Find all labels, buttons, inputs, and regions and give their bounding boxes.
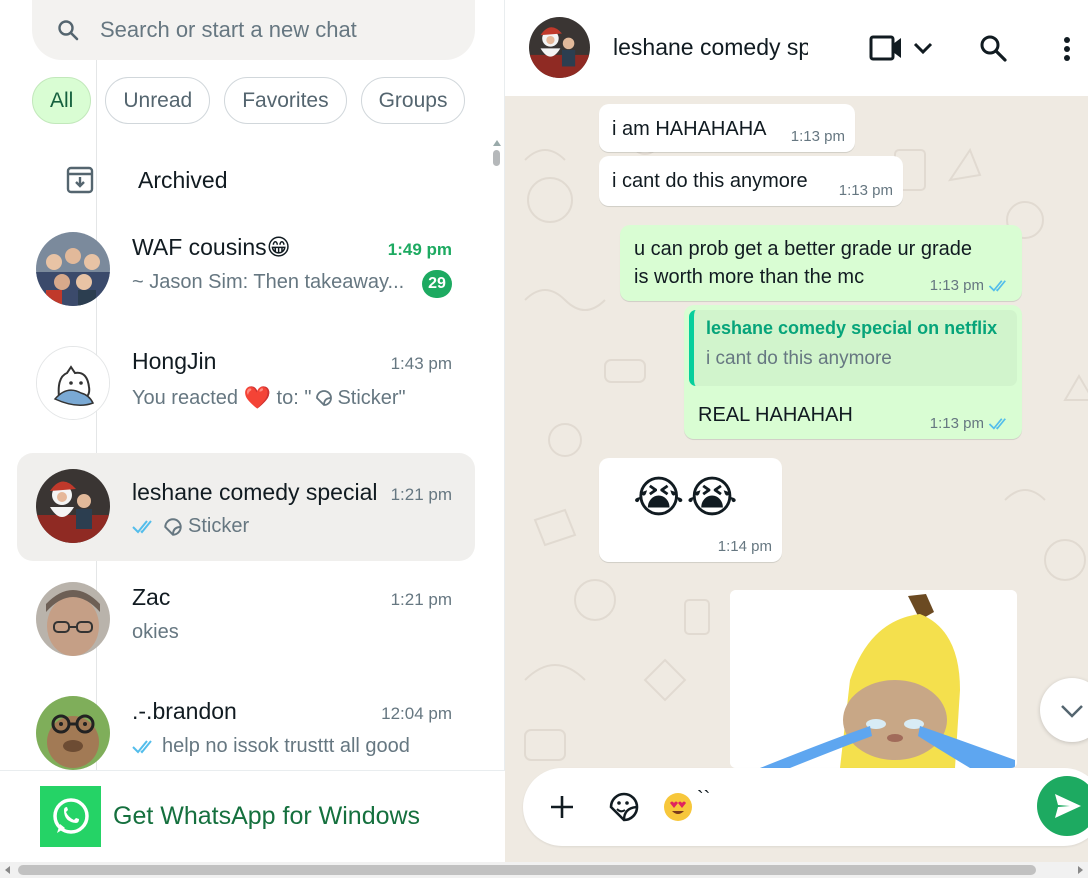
chat-time: 1:49 pm <box>387 240 452 259</box>
scroll-right-icon[interactable] <box>1078 866 1083 874</box>
double-check-icon <box>132 739 152 753</box>
avatar <box>36 232 110 306</box>
message-outgoing[interactable]: u can prob get a better grade ur grade i… <box>620 225 1022 301</box>
chat-item-leshane-comedy-special[interactable]: leshane comedy special 1:21 pm Sticker <box>17 453 475 561</box>
message-incoming[interactable]: i cant do this anymore 1:13 pm <box>599 156 903 206</box>
chat-preview: ~ Jason Sim: Then takeaway... <box>132 271 405 293</box>
filter-unread[interactable]: Unread <box>105 77 211 124</box>
preview-tail: Sticker" <box>337 386 406 409</box>
plus-icon <box>551 796 573 818</box>
filter-groups[interactable]: Groups <box>360 77 466 124</box>
contact-avatar[interactable] <box>529 17 590 78</box>
chat-list-panel: All Unread Favorites Groups Archived WAF… <box>0 0 505 862</box>
chat-preview: You reacted ❤️ to: " Sticker" <box>132 385 406 411</box>
message-time: 1:13 pm <box>838 182 893 199</box>
crying-emoji: 😭😭 <box>633 473 740 522</box>
chat-name: WAF cousins😁 <box>132 234 291 260</box>
conversation-panel: leshane comedy sp i am HAHAHAHA 1:13 pm … <box>505 0 1088 862</box>
avatar <box>36 346 110 420</box>
filter-favorites[interactable]: Favorites <box>224 77 347 124</box>
double-check-icon <box>988 417 1006 430</box>
message-outgoing-reply[interactable]: leshane comedy special on netflix i cant… <box>684 305 1022 439</box>
sticker-button[interactable] <box>607 790 641 829</box>
quoted-message[interactable]: leshane comedy special on netflix i cant… <box>689 310 1017 386</box>
search-bar[interactable] <box>32 0 475 60</box>
chat-item-brandon[interactable]: .-.brandon 12:04 pm help no issok trustt… <box>17 676 475 784</box>
scroll-left-icon[interactable] <box>5 866 10 874</box>
chat-item-zac[interactable]: Zac 1:21 pm okies <box>17 562 475 670</box>
video-camera-icon <box>869 35 933 61</box>
chat-item-waf-cousins[interactable]: WAF cousins😁 1:49 pm ~ Jason Sim: Then t… <box>17 212 475 320</box>
double-check-icon <box>988 279 1006 292</box>
chat-name: Zac <box>132 584 171 610</box>
get-app-label: Get WhatsApp for Windows <box>113 802 421 830</box>
banana-cat-sticker[interactable] <box>730 590 1017 768</box>
message-time: 1:13 pm <box>930 415 1012 432</box>
message-time: 1:13 pm <box>790 128 845 145</box>
attach-button[interactable] <box>549 794 575 825</box>
chevron-down-icon <box>1061 705 1083 718</box>
chat-time: 12:04 pm <box>381 704 452 723</box>
chat-preview: Sticker <box>132 515 249 538</box>
send-icon <box>1055 794 1081 818</box>
archive-icon <box>66 166 94 194</box>
avatar <box>36 469 110 543</box>
chat-preview: help no issok trusttt all good <box>132 735 410 758</box>
heart-eyes-emoji-icon <box>663 792 693 827</box>
filter-chips: All Unread Favorites Groups <box>32 77 466 124</box>
scrollbar-thumb[interactable] <box>18 865 1036 875</box>
scroll-down-button[interactable] <box>1040 678 1088 742</box>
message-text-line2: is worth more than the mc <box>634 266 865 288</box>
preview-suffix: to: " <box>270 386 312 409</box>
message-text: i cant do this anymore <box>612 170 808 192</box>
filter-all[interactable]: All <box>32 77 92 124</box>
quoted-sender: leshane comedy special on netflix <box>706 318 998 338</box>
archived-label: Archived <box>138 166 228 193</box>
chat-time: 1:21 pm <box>390 590 452 609</box>
message-text: i am HAHAHAHA <box>612 118 767 140</box>
message-text-line1: u can prob get a better grade ur grade <box>634 238 973 260</box>
conversation-title: leshane comedy sp <box>613 34 808 60</box>
preview-text: help no issok trusttt all good <box>162 735 410 757</box>
more-vertical-icon <box>1064 37 1070 61</box>
quoted-text: i cant do this anymore <box>706 348 892 369</box>
heart-emoji: ❤️ <box>243 385 271 410</box>
chat-time: 1:21 pm <box>390 485 452 504</box>
message-time: 1:14 pm <box>717 538 772 555</box>
menu-button[interactable] <box>1063 36 1071 67</box>
archived-row[interactable]: Archived <box>0 150 490 210</box>
draft-text[interactable]: `` <box>697 788 710 811</box>
unread-badge: 29 <box>422 270 452 298</box>
message-incoming[interactable]: i am HAHAHAHA 1:13 pm <box>599 104 855 152</box>
whatsapp-logo-icon <box>40 786 101 847</box>
chat-name: .-.brandon <box>132 698 237 724</box>
preview-prefix: You reacted <box>132 386 244 409</box>
chat-name: HongJin <box>132 348 217 374</box>
avatar <box>36 582 110 656</box>
conversation-header[interactable]: leshane comedy sp <box>505 0 1088 96</box>
send-button[interactable] <box>1037 776 1088 836</box>
chat-time: 1:43 pm <box>390 354 452 373</box>
list-scrollbar[interactable] <box>493 140 501 172</box>
chat-name: leshane comedy special <box>132 479 378 505</box>
avatar <box>36 696 110 770</box>
preview-text: Sticker <box>188 515 250 537</box>
chat-item-hongjin[interactable]: HongJin 1:43 pm You reacted ❤️ to: " Sti… <box>17 326 475 434</box>
search-icon <box>980 35 1007 62</box>
message-time: 1:13 pm <box>930 277 1012 294</box>
search-icon <box>58 20 79 41</box>
video-call-button[interactable] <box>869 34 935 67</box>
sticker-smile-icon <box>609 792 639 822</box>
search-messages-button[interactable] <box>979 34 1007 67</box>
message-composer[interactable]: `` <box>523 768 1088 846</box>
double-check-icon <box>132 519 152 533</box>
message-text: REAL HAHAHAH <box>698 404 853 426</box>
chat-preview: okies <box>132 621 179 643</box>
search-input[interactable] <box>100 17 440 43</box>
get-whatsapp-banner[interactable]: Get WhatsApp for Windows <box>0 770 505 862</box>
sticker-icon <box>164 517 182 536</box>
sticker-icon <box>316 390 333 406</box>
horizontal-scrollbar[interactable] <box>0 862 1088 878</box>
message-incoming-emoji[interactable]: 😭😭 1:14 pm <box>599 458 782 562</box>
